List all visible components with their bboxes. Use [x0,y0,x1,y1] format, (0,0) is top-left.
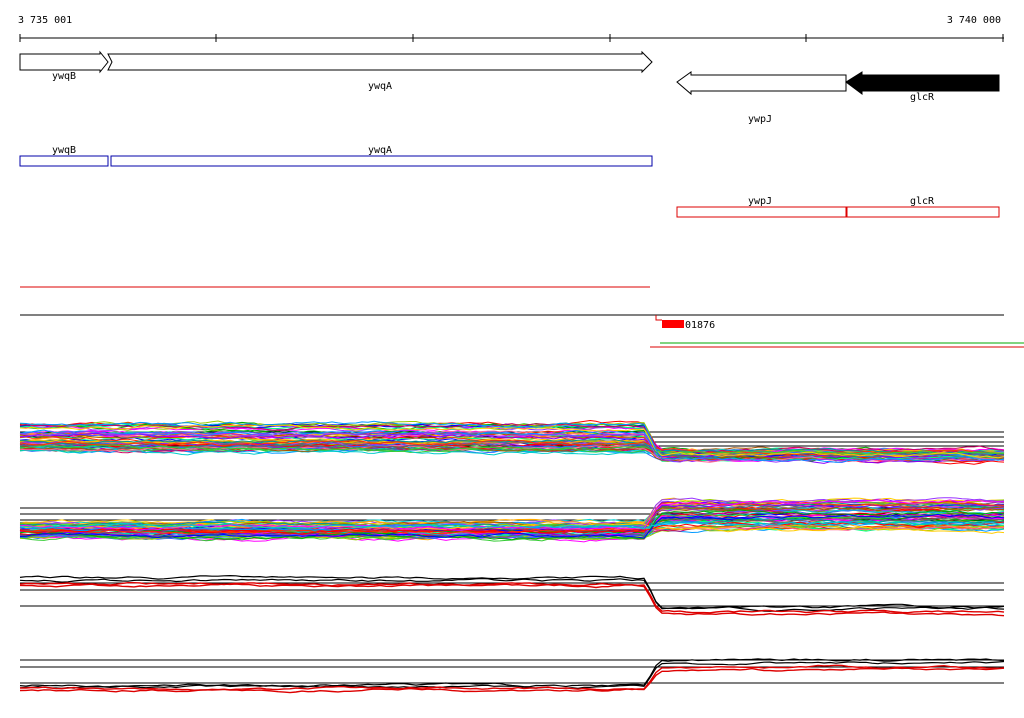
expression-panel-4 [19,658,1005,694]
gene-arrow-glcR[interactable] [845,71,1000,95]
expression-panel-1 [19,419,1005,465]
feature-connector [655,315,662,321]
gene-label-glcR: glcR [910,92,935,103]
forward-box-ywqA[interactable] [110,155,653,167]
expression-panel-3 [19,574,1005,617]
genome-track-canvas: 3 735 001 3 740 000 ywqB ywqA ywpJ glcR … [18,15,1024,694]
gene-label-ywqB: ywqB [52,71,76,82]
gene-label-ywqA: ywqA [368,81,392,92]
axis-start-label: 3 735 001 [18,15,72,26]
feature-label: 01876 [685,320,715,331]
genome-browser-view: 3 735 001 3 740 000 ywqB ywqA ywpJ glcR … [0,0,1024,714]
feature-mark[interactable] [662,320,684,328]
expression-profile [19,660,1005,690]
forward-box-ywqB[interactable] [19,155,109,167]
reverse-box-glcR[interactable] [846,206,1000,218]
forward-annotation-track: ywqB ywqA [19,145,653,167]
gene-arrow-ywpJ[interactable] [676,71,847,96]
reverse-box-ywpJ[interactable] [676,206,847,218]
reverse-annotation-track: ywpJ glcR [676,196,1000,218]
gene-arrow-track: ywqB ywqA ywpJ glcR [19,50,1000,125]
gene-label-ywpJ: ywpJ [748,114,772,125]
gene-arrow-ywqB[interactable] [19,50,109,74]
coordinate-axis: 3 735 001 3 740 000 [18,15,1004,42]
axis-end-label: 3 740 000 [947,15,1001,26]
feature-track: 01876 [20,286,1024,348]
forward-track-label-ywqB: ywqB [52,145,76,156]
reverse-track-label-glcR: glcR [910,196,935,207]
expression-panel-2 [19,497,1005,543]
forward-track-label-ywqA: ywqA [368,145,392,156]
reverse-track-label-ywpJ: ywpJ [748,196,772,207]
gene-arrow-ywqA[interactable] [107,50,653,74]
